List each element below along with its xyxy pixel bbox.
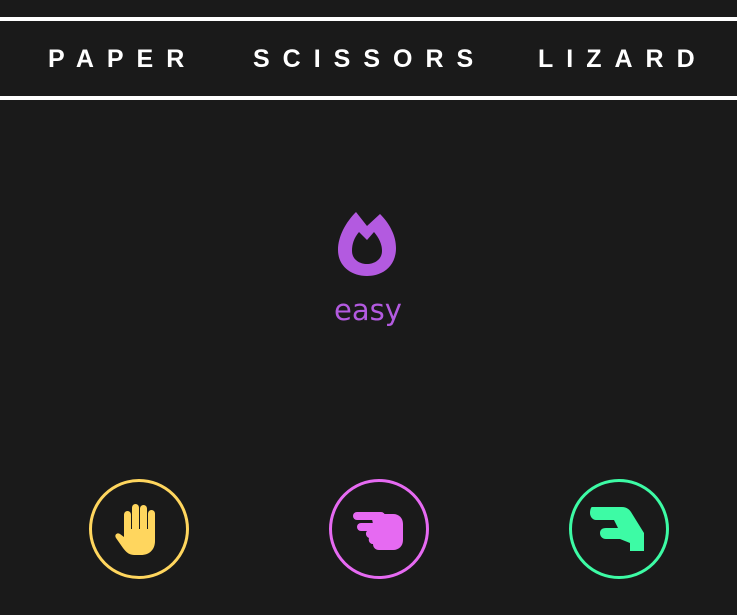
difficulty-toggle[interactable]: easy <box>268 208 468 338</box>
title-word-lizard: LIZARD <box>538 45 708 73</box>
hand-scissors-icon <box>353 512 403 550</box>
title-word-scissors: SCISSORS <box>253 45 487 73</box>
difficulty-label: easy <box>334 293 402 327</box>
lizard-choice-button[interactable] <box>569 479 669 579</box>
hand-lizard-icon <box>590 507 644 551</box>
hand-paper-icon <box>115 504 155 555</box>
flame-icon <box>338 212 396 276</box>
title-bar: PAPER SCISSORS LIZARD <box>0 21 737 96</box>
game-screen: PAPER SCISSORS LIZARD easy <box>0 0 737 615</box>
scissors-choice-button[interactable] <box>329 479 429 579</box>
title-word-paper: PAPER <box>48 45 198 73</box>
paper-choice-button[interactable] <box>89 479 189 579</box>
header-bottom-rule <box>0 96 737 100</box>
